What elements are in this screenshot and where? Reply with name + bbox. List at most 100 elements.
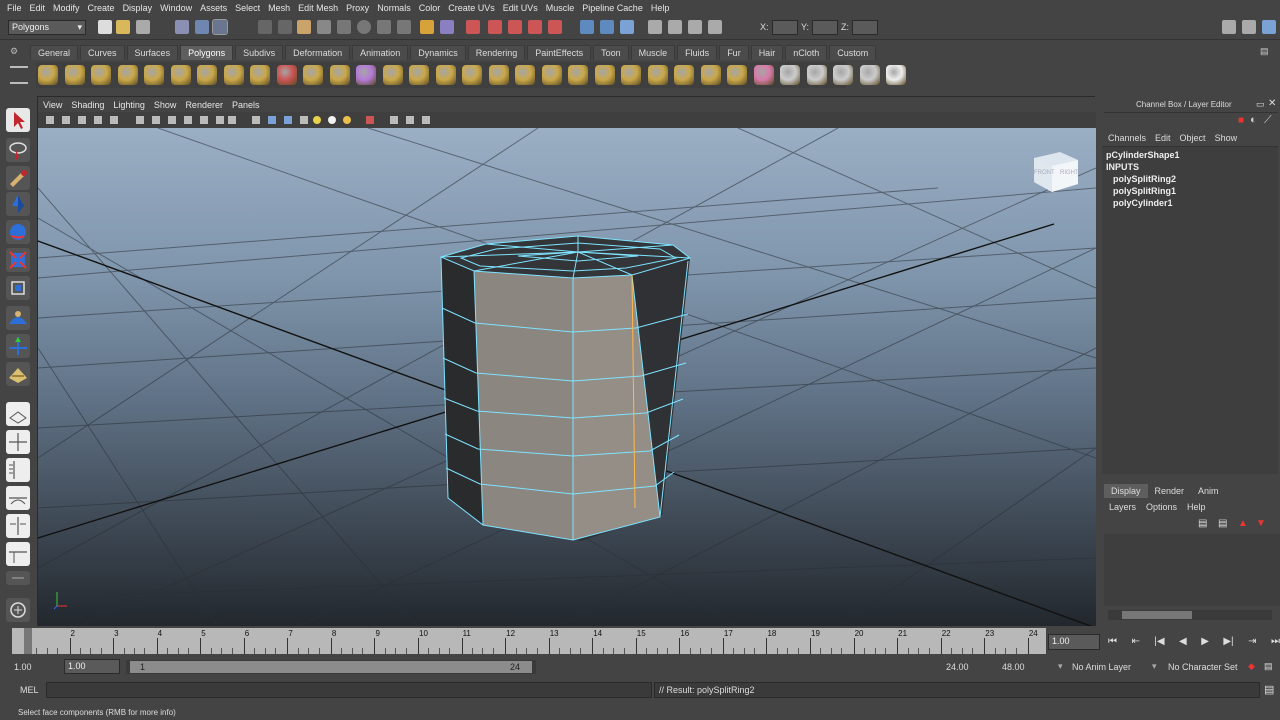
menu-window[interactable]: Window xyxy=(160,3,192,13)
wedge-icon[interactable] xyxy=(647,65,668,85)
shelf-tab-deformation[interactable]: Deformation xyxy=(285,45,351,60)
average-vertices-icon[interactable] xyxy=(382,65,403,85)
channel-box-edit-icon[interactable]: ⟋ xyxy=(1264,114,1272,127)
viewport-menu-lighting[interactable]: Lighting xyxy=(113,100,145,110)
attribute-editor-icon[interactable] xyxy=(620,20,634,34)
poly-plane-icon[interactable] xyxy=(144,65,164,85)
automatic-mapping-icon[interactable] xyxy=(859,65,880,85)
safe-title-icon[interactable] xyxy=(216,116,224,124)
menu-pipeline-cache[interactable]: Pipeline Cache xyxy=(582,3,643,13)
layer-list[interactable] xyxy=(1104,534,1280,606)
bevel-icon[interactable] xyxy=(674,65,694,85)
input-ops-icon[interactable] xyxy=(440,20,454,34)
input-node-1[interactable]: polySplitRing1 xyxy=(1113,186,1176,196)
step-back-frame-icon[interactable]: |◀ xyxy=(1154,636,1164,650)
offset-edge-loop-icon[interactable] xyxy=(594,65,615,85)
layout-persp-outliner-2-icon[interactable] xyxy=(6,542,30,566)
playback-start-field[interactable]: 1.00 xyxy=(64,659,120,674)
show-tool-settings-icon[interactable] xyxy=(1242,20,1256,34)
layout-hypershade-icon[interactable] xyxy=(6,514,30,538)
hypershade-icon[interactable] xyxy=(548,20,562,34)
resolution-gate-icon[interactable] xyxy=(152,116,160,124)
soft-modification-icon[interactable] xyxy=(6,306,30,330)
move-tool-icon[interactable] xyxy=(6,192,30,216)
panel-close-icon[interactable]: ✕ xyxy=(1268,98,1276,109)
scale-tool-icon[interactable] xyxy=(6,248,30,272)
poly-sphere-icon[interactable] xyxy=(38,65,58,85)
uv-texture-editor-icon[interactable] xyxy=(886,65,906,85)
view-cube[interactable]: FRONT RIGHT xyxy=(1030,148,1079,192)
isolate-select-icon[interactable] xyxy=(366,116,374,124)
menu-edit-uvs[interactable]: Edit UVs xyxy=(503,3,538,13)
menu-mesh[interactable]: Mesh xyxy=(268,3,290,13)
current-time-marker[interactable] xyxy=(24,628,32,654)
poly-torus-icon[interactable] xyxy=(170,65,191,85)
image-plane-icon[interactable] xyxy=(94,116,102,124)
menu-color[interactable]: Color xyxy=(419,3,441,13)
shelf-tab-rendering[interactable]: Rendering xyxy=(467,45,526,60)
xray-joints-icon[interactable] xyxy=(406,116,414,124)
ipr-render-icon[interactable] xyxy=(508,20,522,34)
input-node-0[interactable]: polySplitRing2 xyxy=(1113,174,1176,184)
y-field[interactable] xyxy=(812,20,838,35)
select-tool-icon[interactable] xyxy=(6,108,30,132)
modeling-toolkit-icon[interactable] xyxy=(708,20,722,34)
poly-soccer-ball-icon[interactable] xyxy=(250,65,270,85)
channel-box-icon[interactable]: ■ xyxy=(1238,115,1244,126)
fill-hole-icon[interactable] xyxy=(409,65,429,85)
select-object-icon[interactable] xyxy=(195,20,209,34)
script-editor-icon[interactable]: ▤ xyxy=(1264,683,1274,696)
shelf-tab-ncloth[interactable]: nCloth xyxy=(785,45,828,60)
animation-prefs-icon[interactable]: ▤ xyxy=(1264,661,1273,672)
new-layer-selected-icon[interactable]: ▤ xyxy=(1218,518,1227,529)
lasso-tool-icon[interactable] xyxy=(6,138,30,162)
menu-display[interactable]: Display xyxy=(123,3,153,13)
insert-edge-loop-icon[interactable] xyxy=(568,65,588,85)
start-time-field[interactable]: 1.00 xyxy=(14,662,32,672)
perspective-viewport[interactable]: View Shading Lighting Show Renderer Panels xyxy=(37,96,1096,627)
menuset-dropdown[interactable]: Polygons ▾ xyxy=(8,20,86,35)
layout-single-perspective-icon[interactable] xyxy=(6,402,30,426)
end-time-field[interactable]: 48.00 xyxy=(1002,662,1025,672)
tool-settings-icon[interactable] xyxy=(668,20,682,34)
current-time-field[interactable]: 1.00 xyxy=(1048,634,1100,650)
paint-select-tool-icon[interactable] xyxy=(6,166,30,190)
smooth-shade-icon[interactable] xyxy=(268,116,276,124)
extrude-icon[interactable] xyxy=(462,65,482,85)
shelf-tab-general[interactable]: General xyxy=(30,45,79,60)
shelf-options-icon[interactable]: ▤ xyxy=(1260,46,1274,60)
save-scene-icon[interactable] xyxy=(136,20,150,34)
text-overlay-icon[interactable] xyxy=(228,116,236,124)
cylindrical-mapping-icon[interactable] xyxy=(806,65,827,85)
menu-proxy[interactable]: Proxy xyxy=(346,3,369,13)
layer-scrollbar[interactable] xyxy=(1108,610,1272,620)
layer-tab-display[interactable]: Display xyxy=(1104,484,1148,498)
make-live-icon[interactable] xyxy=(420,20,434,34)
bridge-icon[interactable] xyxy=(488,65,509,85)
new-scene-icon[interactable] xyxy=(98,20,112,34)
shelf-tab-custom[interactable]: Custom xyxy=(829,45,877,60)
channel-box-toggle-icon[interactable] xyxy=(688,20,702,34)
construction-history-icon[interactable] xyxy=(466,20,480,34)
select-hierarchy-icon[interactable] xyxy=(175,20,189,34)
layout-four-view-icon[interactable] xyxy=(6,430,30,454)
layer-menu-layers[interactable]: Layers xyxy=(1109,502,1136,512)
layer-scroll-thumb[interactable] xyxy=(1122,611,1192,619)
vertex-mask-icon[interactable] xyxy=(258,20,272,34)
boolean-icon[interactable] xyxy=(435,65,456,85)
layer-down-icon[interactable]: ▼ xyxy=(1256,518,1266,529)
render-frame-icon[interactable] xyxy=(488,20,502,34)
shelf-tab-dynamics[interactable]: Dynamics xyxy=(410,45,466,60)
extract-icon[interactable] xyxy=(329,65,350,85)
viewport-menu-view[interactable]: View xyxy=(43,100,62,110)
last-tool-used-icon[interactable] xyxy=(6,362,30,386)
textured-icon[interactable] xyxy=(300,116,308,124)
shelf-tab-subdivs[interactable]: Subdivs xyxy=(235,45,284,60)
menu-help[interactable]: Help xyxy=(651,3,670,13)
combine-icon[interactable] xyxy=(276,65,297,85)
show-manipulator-icon[interactable] xyxy=(6,334,30,358)
anim-layer-dropdown[interactable]: No Anim Layer xyxy=(1072,662,1131,672)
poly-cube-icon[interactable] xyxy=(64,65,85,85)
layer-tab-render[interactable]: Render xyxy=(1147,484,1192,498)
face-mask-icon[interactable] xyxy=(297,20,311,34)
